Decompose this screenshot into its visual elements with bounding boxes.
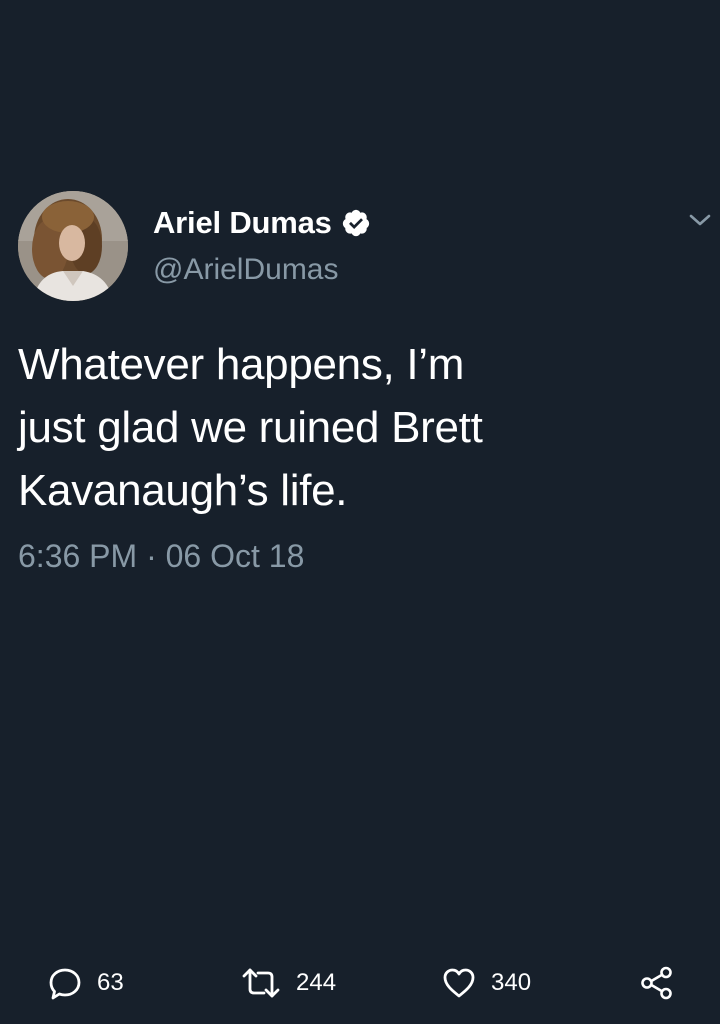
tweet-actions-bar: 63 244 340 <box>0 960 720 1010</box>
tweet-card: Ariel Dumas @ArielDumas Whatever happens… <box>0 0 720 1024</box>
verified-badge-icon <box>341 208 371 238</box>
reply-button[interactable]: 63 <box>47 960 124 1006</box>
reply-count: 63 <box>97 969 124 996</box>
profile-photo-icon <box>18 191 128 301</box>
heart-icon <box>443 968 475 998</box>
retweet-count: 244 <box>296 969 337 996</box>
retweet-button[interactable]: 244 <box>240 960 336 1006</box>
tweet-body: Whatever happens, I’m just glad we ruine… <box>18 333 618 522</box>
like-button[interactable]: 340 <box>441 960 531 1006</box>
author-display-name[interactable]: Ariel Dumas <box>153 205 332 241</box>
tweet-text-line: just glad we ruined Brett <box>18 403 483 452</box>
author-name-row: Ariel Dumas <box>153 205 371 241</box>
tweet-timestamp[interactable]: 6:36 PM · 06 Oct 18 <box>18 538 304 575</box>
author-handle[interactable]: @ArielDumas <box>153 253 339 287</box>
avatar[interactable] <box>18 191 128 301</box>
retweet-icon <box>242 968 280 998</box>
like-count: 340 <box>491 969 532 996</box>
share-button[interactable] <box>638 960 676 1006</box>
share-icon <box>641 966 672 1000</box>
chevron-down-icon <box>689 214 711 226</box>
tweet-text-line: Kavanaugh’s life. <box>18 466 348 515</box>
more-options-button[interactable] <box>685 208 715 232</box>
tweet-text-line: Whatever happens, I’m <box>18 340 465 389</box>
reply-icon <box>49 968 81 1000</box>
